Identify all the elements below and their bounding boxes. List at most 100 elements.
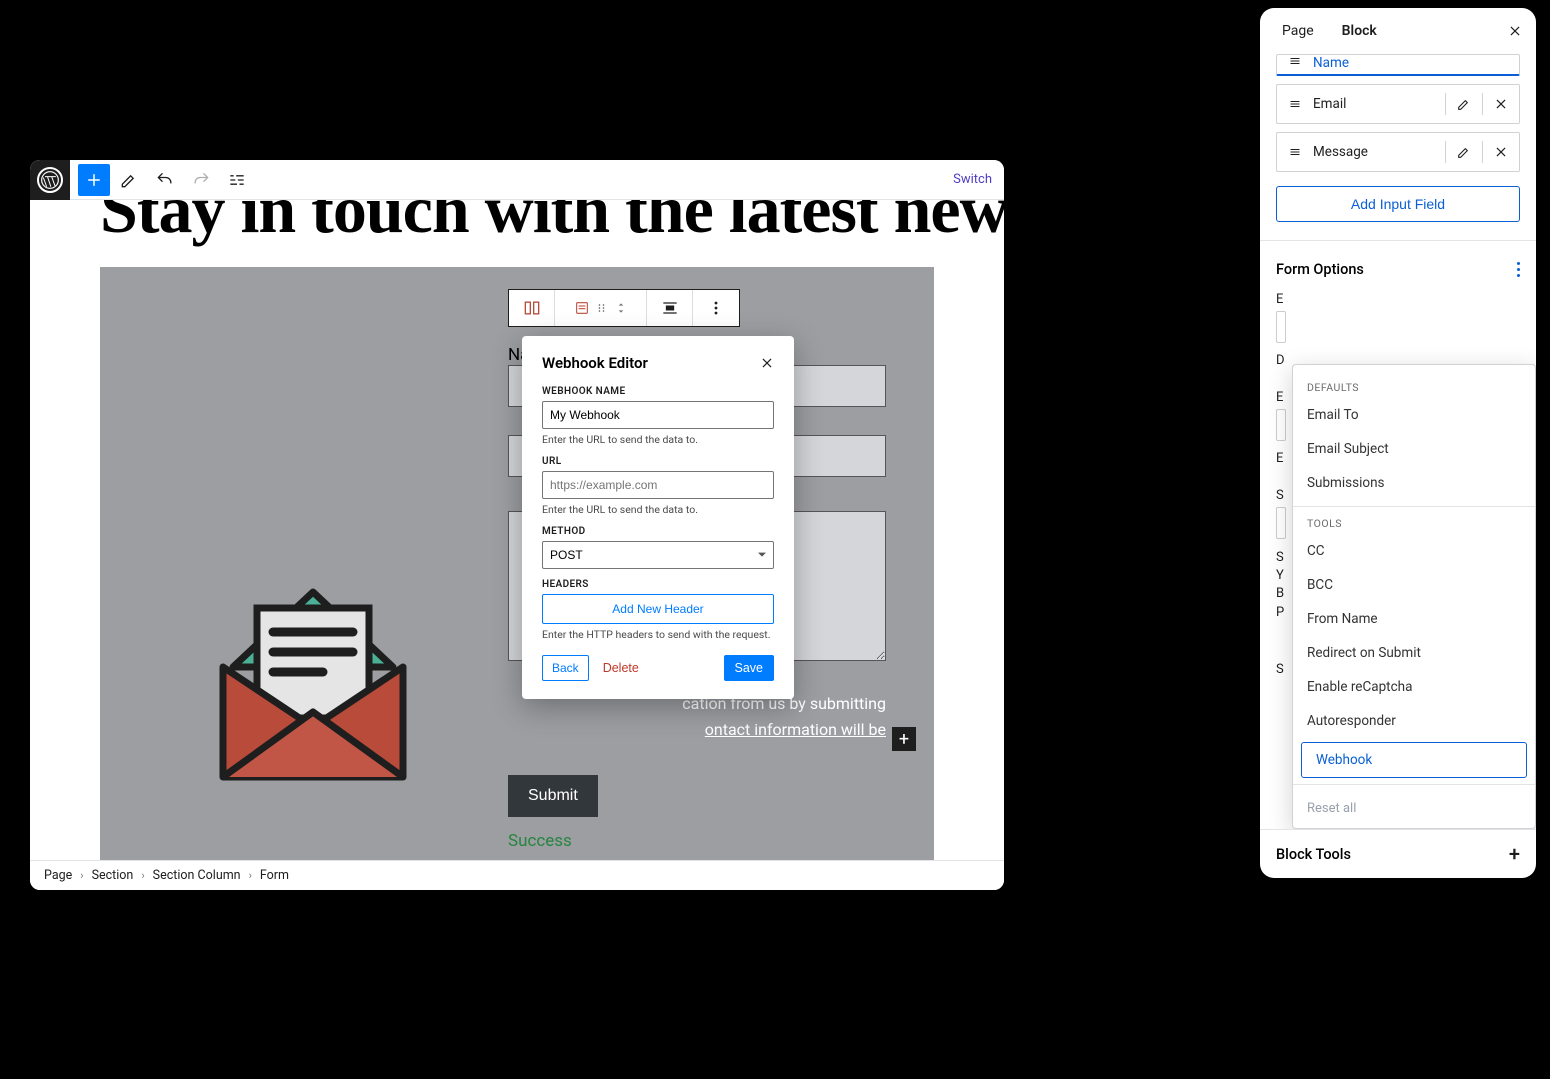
- popover-item-redirect[interactable]: Redirect on Submit: [1293, 636, 1535, 670]
- field-name-label[interactable]: Name: [1313, 55, 1519, 71]
- form-options-title: Form Options: [1276, 261, 1364, 278]
- breadcrumb-item[interactable]: Section: [92, 868, 134, 883]
- success-message: Success: [508, 831, 886, 851]
- top-toolbar: Switch: [30, 160, 1004, 200]
- breadcrumb-item[interactable]: Page: [44, 868, 72, 883]
- edit-button[interactable]: [112, 163, 146, 197]
- popover-item-recaptcha[interactable]: Enable reCaptcha: [1293, 670, 1535, 704]
- list-icon: [227, 170, 247, 190]
- columns-icon: [522, 298, 542, 318]
- drag-handle[interactable]: [1277, 146, 1313, 158]
- add-block-button[interactable]: [78, 164, 110, 196]
- hidden-option-input[interactable]: [1276, 311, 1286, 343]
- block-align-button[interactable]: [647, 290, 693, 326]
- align-icon: [660, 298, 680, 318]
- field-name-label: Message: [1313, 144, 1445, 160]
- remove-field-button[interactable]: [1483, 97, 1519, 111]
- add-block-inline-button[interactable]: +: [892, 727, 916, 751]
- pencil-icon: [1456, 144, 1472, 160]
- close-icon: [1508, 24, 1522, 38]
- block-tools-section[interactable]: Block Tools +: [1260, 829, 1536, 878]
- chevron-right-icon: ›: [80, 869, 83, 882]
- popover-item-bcc[interactable]: BCC: [1293, 568, 1535, 602]
- redo-button[interactable]: [184, 163, 218, 197]
- popover-item-submissions[interactable]: Submissions: [1293, 466, 1535, 500]
- editor-canvas: Stay in touch with the latest news!: [30, 200, 1004, 860]
- popover-item-email-subject[interactable]: Email Subject: [1293, 432, 1535, 466]
- popover-item-from-name[interactable]: From Name: [1293, 602, 1535, 636]
- block-more-button[interactable]: [693, 290, 739, 326]
- close-icon: [1494, 97, 1508, 111]
- breadcrumb-item[interactable]: Section Column: [153, 868, 241, 883]
- block-layout-button[interactable]: [555, 290, 647, 326]
- webhook-name-hint: Enter the URL to send the data to.: [542, 433, 774, 446]
- webhook-name-label: WEBHOOK NAME: [542, 386, 774, 397]
- webhook-name-input[interactable]: [542, 401, 774, 429]
- form-options-popover: DEFAULTS Email To Email Subject Submissi…: [1292, 364, 1536, 829]
- hidden-option-input[interactable]: [1276, 507, 1286, 539]
- page-headline: Stay in touch with the latest news!: [100, 200, 934, 249]
- undo-button[interactable]: [148, 163, 182, 197]
- webhook-url-label: URL: [542, 456, 774, 467]
- drag-icon: [1287, 55, 1303, 67]
- redo-icon: [191, 170, 211, 190]
- popover-item-email-to[interactable]: Email To: [1293, 398, 1535, 432]
- popover-section-label: TOOLS: [1293, 513, 1535, 534]
- expand-block-tools-button[interactable]: +: [1509, 842, 1520, 866]
- add-header-button[interactable]: Add New Header: [542, 594, 774, 624]
- field-name-label: Email: [1313, 96, 1445, 112]
- editor-window: Switch Stay in touch with the latest new…: [30, 160, 1004, 890]
- edit-field-button[interactable]: [1446, 144, 1482, 160]
- section-block[interactable]: Name* Submit Success Error. Please try a…: [100, 267, 934, 860]
- block-toolbar: [508, 289, 740, 327]
- back-button[interactable]: Back: [542, 655, 589, 681]
- close-icon: [760, 356, 774, 370]
- delete-button[interactable]: Delete: [603, 661, 639, 675]
- input-field-row: Name: [1276, 54, 1520, 76]
- undo-icon: [155, 170, 175, 190]
- close-panel-button[interactable]: [1508, 24, 1522, 38]
- popover-item-cc[interactable]: CC: [1293, 534, 1535, 568]
- drag-handle[interactable]: [1277, 98, 1313, 110]
- chevron-right-icon: ›: [141, 869, 144, 882]
- form-icon: [574, 300, 590, 316]
- wordpress-logo[interactable]: [30, 160, 70, 200]
- webhook-url-input[interactable]: [542, 471, 774, 499]
- inspector-panel: Page Block Name Email: [1260, 8, 1536, 878]
- close-icon: [1494, 145, 1508, 159]
- webhook-headers-hint: Enter the HTTP headers to send with the …: [542, 628, 774, 641]
- close-button[interactable]: [760, 356, 774, 370]
- switch-link[interactable]: Switch: [953, 172, 1004, 187]
- tab-block[interactable]: Block: [1328, 11, 1391, 51]
- list-view-button[interactable]: [220, 163, 254, 197]
- tab-page[interactable]: Page: [1268, 11, 1328, 51]
- edit-field-button[interactable]: [1446, 96, 1482, 112]
- drag-icon: [1287, 98, 1303, 110]
- wordpress-icon: [40, 170, 60, 190]
- input-field-row: Message: [1276, 132, 1520, 172]
- popover-reset-all[interactable]: Reset all: [1293, 791, 1535, 818]
- save-button[interactable]: Save: [724, 655, 775, 681]
- popover-section-label: DEFAULTS: [1293, 377, 1535, 398]
- popover-item-webhook[interactable]: Webhook: [1301, 742, 1527, 778]
- submit-button[interactable]: Submit: [508, 775, 598, 817]
- webhook-editor-title: Webhook Editor: [542, 354, 648, 372]
- hidden-option-input[interactable]: [1276, 409, 1286, 441]
- drag-icon: [1287, 146, 1303, 158]
- hidden-option-label: E: [1276, 292, 1520, 307]
- block-tools-title: Block Tools: [1276, 846, 1351, 863]
- block-type-button[interactable]: [509, 290, 555, 326]
- remove-field-button[interactable]: [1483, 145, 1519, 159]
- popover-item-autoresponder[interactable]: Autoresponder: [1293, 704, 1535, 738]
- input-field-row: Email: [1276, 84, 1520, 124]
- webhook-method-select[interactable]: POST: [542, 541, 774, 569]
- breadcrumb-item[interactable]: Form: [260, 868, 289, 883]
- inspector-tabs: Page Block: [1260, 8, 1536, 54]
- form-options-menu-button[interactable]: [1517, 262, 1521, 278]
- add-input-field-button[interactable]: Add Input Field: [1276, 186, 1520, 222]
- drag-handle[interactable]: [1277, 55, 1313, 67]
- move-updown-icon: [614, 300, 628, 316]
- webhook-editor-modal: Webhook Editor WEBHOOK NAME Enter the UR…: [522, 336, 794, 699]
- plus-icon: [85, 171, 103, 189]
- pencil-icon: [1456, 96, 1472, 112]
